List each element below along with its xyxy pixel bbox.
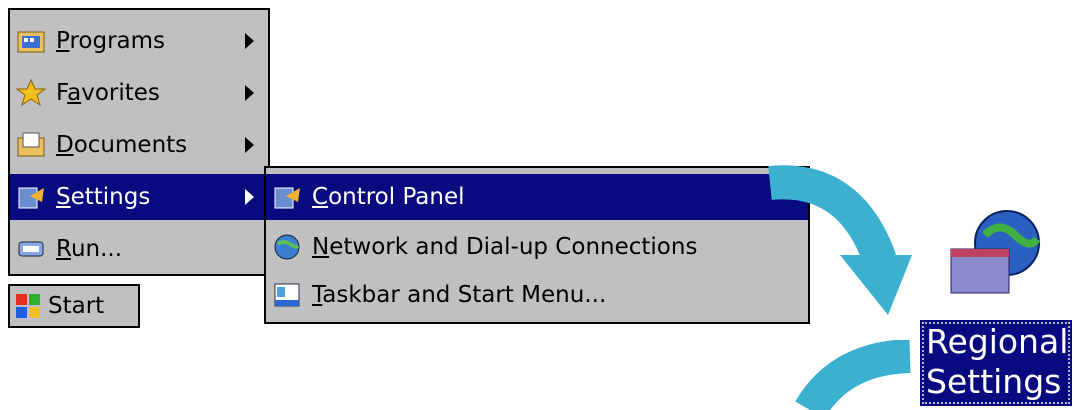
menu-item-documents[interactable]: Documents bbox=[10, 122, 268, 168]
submenu-item-control-panel[interactable]: Control Panel bbox=[266, 174, 808, 220]
curved-arrow-icon bbox=[795, 340, 911, 410]
settings-submenu: Control Panel Network and Dial-up Connec… bbox=[264, 166, 810, 324]
menu-item-label: Favorites bbox=[56, 80, 160, 106]
submenu-item-label: Taskbar and Start Menu... bbox=[312, 282, 607, 308]
menu-item-label: Documents bbox=[56, 132, 188, 158]
start-menu: Programs Favorites Documents Settings Ru… bbox=[8, 8, 270, 276]
submenu-arrow-icon bbox=[245, 33, 254, 49]
regional-settings-label[interactable]: Regional Settings bbox=[920, 320, 1072, 406]
network-globe-icon bbox=[272, 232, 302, 262]
menu-item-settings[interactable]: Settings bbox=[10, 174, 268, 220]
settings-icon bbox=[16, 182, 46, 212]
control-panel-icon bbox=[272, 182, 302, 212]
submenu-arrow-icon bbox=[245, 85, 254, 101]
submenu-item-network[interactable]: Network and Dial-up Connections bbox=[266, 224, 808, 270]
submenu-item-label: Control Panel bbox=[312, 184, 465, 210]
programs-folder-icon bbox=[16, 26, 46, 56]
submenu-item-taskbar[interactable]: Taskbar and Start Menu... bbox=[266, 272, 808, 318]
windows-flag-icon bbox=[14, 292, 42, 320]
menu-item-programs[interactable]: Programs bbox=[10, 18, 268, 64]
menu-item-label: Settings bbox=[56, 184, 151, 210]
submenu-arrow-icon bbox=[245, 189, 254, 205]
menu-item-favorites[interactable]: Favorites bbox=[10, 70, 268, 116]
start-button[interactable]: Start bbox=[8, 284, 140, 328]
menu-item-run[interactable]: Run... bbox=[10, 226, 268, 272]
submenu-item-label: Network and Dial-up Connections bbox=[312, 234, 698, 260]
curved-arrow-icon bbox=[768, 165, 912, 315]
start-label: Start bbox=[48, 293, 105, 319]
regional-settings-icon[interactable] bbox=[945, 205, 1045, 305]
star-icon bbox=[15, 78, 47, 108]
run-icon bbox=[16, 234, 46, 264]
taskbar-icon bbox=[272, 280, 302, 310]
documents-folder-icon bbox=[16, 130, 46, 160]
menu-item-label: Programs bbox=[56, 28, 166, 54]
submenu-arrow-icon bbox=[245, 137, 254, 153]
menu-item-label: Run... bbox=[56, 236, 123, 262]
